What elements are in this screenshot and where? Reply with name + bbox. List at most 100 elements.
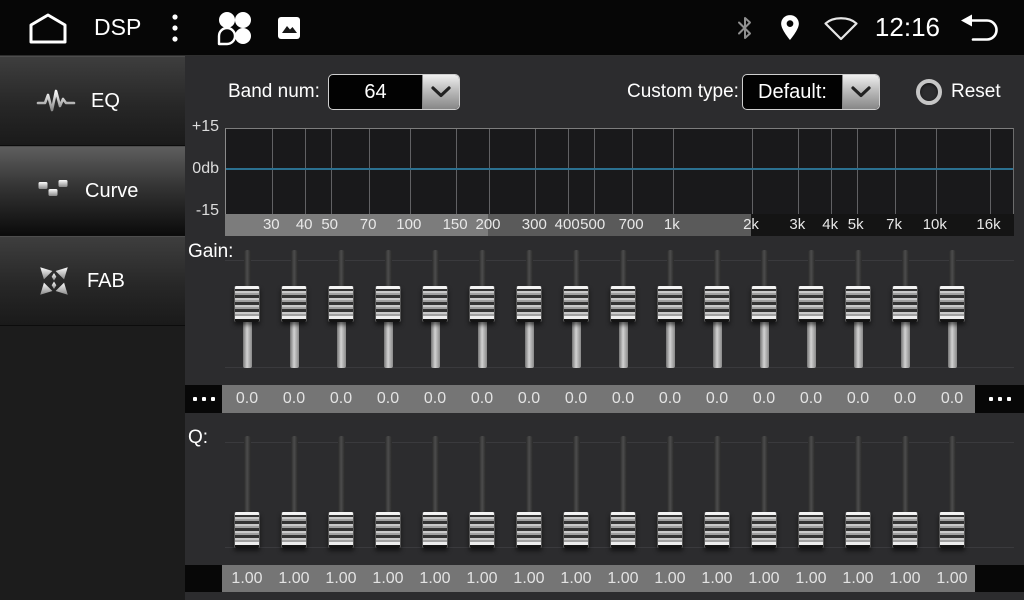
slider-thumb[interactable] — [845, 512, 871, 548]
slider-thumb[interactable] — [375, 512, 401, 548]
freq-tick-label: 16k — [976, 216, 1000, 233]
slider-thumb[interactable] — [798, 512, 824, 548]
slider-thumb[interactable] — [422, 512, 448, 548]
band-slider[interactable] — [281, 250, 307, 368]
slider-thumb[interactable] — [281, 512, 307, 548]
band-slider[interactable] — [516, 250, 542, 368]
home-icon[interactable] — [26, 11, 70, 45]
slider-thumb[interactable] — [939, 286, 965, 322]
wifi-icon[interactable] — [823, 14, 859, 41]
band-slider[interactable] — [892, 436, 918, 548]
eq-plot[interactable] — [225, 128, 1014, 214]
back-icon[interactable] — [958, 13, 1002, 43]
gallery-icon[interactable] — [277, 16, 301, 40]
custom-type-dropdown[interactable]: Default: — [742, 74, 880, 110]
band-value: 1.00 — [936, 565, 967, 592]
app-title: DSP — [94, 14, 141, 41]
freq-tick-label: 200 — [475, 216, 500, 233]
band-slider[interactable] — [234, 250, 260, 368]
slider-thumb[interactable] — [892, 286, 918, 322]
gain-scroll-left-button[interactable] — [185, 385, 222, 413]
band-slider[interactable] — [657, 436, 683, 548]
slider-thumb[interactable] — [657, 512, 683, 548]
band-slider[interactable] — [563, 250, 589, 368]
band-slider[interactable] — [234, 436, 260, 548]
slider-fill — [337, 318, 346, 368]
reset-radio[interactable] — [916, 79, 942, 105]
dsp-app-window: DSP 12:16 — [0, 0, 1024, 600]
slider-thumb[interactable] — [845, 286, 871, 322]
sidebar-item-curve[interactable]: Curve — [0, 146, 185, 236]
band-slider[interactable] — [281, 436, 307, 548]
band-slider[interactable] — [939, 436, 965, 548]
gridline — [990, 129, 991, 214]
band-slider[interactable] — [422, 250, 448, 368]
band-slider[interactable] — [469, 436, 495, 548]
band-slider[interactable] — [469, 250, 495, 368]
freq-tick-label: 150 — [443, 216, 468, 233]
band-value: 0.0 — [471, 385, 493, 413]
gain-scroll-right-button[interactable] — [975, 385, 1024, 413]
slider-thumb[interactable] — [704, 512, 730, 548]
band-slider[interactable] — [563, 436, 589, 548]
freq-tick-label: 300 — [522, 216, 547, 233]
slider-thumb[interactable] — [328, 286, 354, 322]
slider-thumb[interactable] — [516, 512, 542, 548]
band-slider[interactable] — [516, 436, 542, 548]
band-slider[interactable] — [845, 250, 871, 368]
slider-thumb[interactable] — [751, 512, 777, 548]
slider-thumb[interactable] — [516, 286, 542, 322]
slider-thumb[interactable] — [281, 286, 307, 322]
location-icon[interactable] — [779, 14, 801, 41]
slider-thumb[interactable] — [328, 512, 354, 548]
band-slider[interactable] — [422, 436, 448, 548]
sidebar-item-fab[interactable]: FAB — [0, 236, 185, 326]
sidebar-item-label: Curve — [85, 180, 138, 203]
band-slider[interactable] — [704, 436, 730, 548]
band-num-dropdown[interactable]: 64 — [328, 74, 460, 110]
band-slider[interactable] — [610, 436, 636, 548]
slider-thumb[interactable] — [563, 512, 589, 548]
band-slider[interactable] — [704, 250, 730, 368]
slider-thumb[interactable] — [234, 512, 260, 548]
gridline — [568, 129, 569, 214]
band-slider[interactable] — [845, 436, 871, 548]
slider-thumb[interactable] — [563, 286, 589, 322]
more-dots-icon — [193, 397, 215, 401]
kebab-menu-icon[interactable] — [171, 13, 179, 43]
band-slider[interactable] — [751, 250, 777, 368]
band-slider[interactable] — [939, 250, 965, 368]
band-slider[interactable] — [657, 250, 683, 368]
slider-thumb[interactable] — [939, 512, 965, 548]
band-slider[interactable] — [798, 436, 824, 548]
band-slider[interactable] — [328, 250, 354, 368]
slider-thumb[interactable] — [704, 286, 730, 322]
slider-thumb[interactable] — [798, 286, 824, 322]
band-slider[interactable] — [751, 436, 777, 548]
band-slider[interactable] — [328, 436, 354, 548]
slider-thumb[interactable] — [375, 286, 401, 322]
slider-thumb[interactable] — [469, 512, 495, 548]
bluetooth-icon[interactable] — [735, 15, 755, 41]
band-slider[interactable] — [892, 250, 918, 368]
band-slider[interactable] — [375, 436, 401, 548]
band-value: 1.00 — [654, 565, 685, 592]
slider-thumb[interactable] — [610, 286, 636, 322]
freq-tick-label: 1k — [664, 216, 680, 233]
chevron-down-icon[interactable] — [842, 75, 879, 109]
sidebar-item-eq[interactable]: EQ — [0, 56, 185, 146]
apps-clover-icon[interactable] — [217, 10, 253, 46]
slider-thumb[interactable] — [234, 286, 260, 322]
slider-thumb[interactable] — [657, 286, 683, 322]
slider-thumb[interactable] — [610, 512, 636, 548]
more-dots-icon — [989, 397, 1011, 401]
band-slider[interactable] — [610, 250, 636, 368]
gridline — [489, 129, 490, 214]
band-slider[interactable] — [798, 250, 824, 368]
band-slider[interactable] — [375, 250, 401, 368]
slider-thumb[interactable] — [422, 286, 448, 322]
slider-thumb[interactable] — [751, 286, 777, 322]
slider-thumb[interactable] — [469, 286, 495, 322]
slider-thumb[interactable] — [892, 512, 918, 548]
chevron-down-icon[interactable] — [422, 75, 459, 109]
